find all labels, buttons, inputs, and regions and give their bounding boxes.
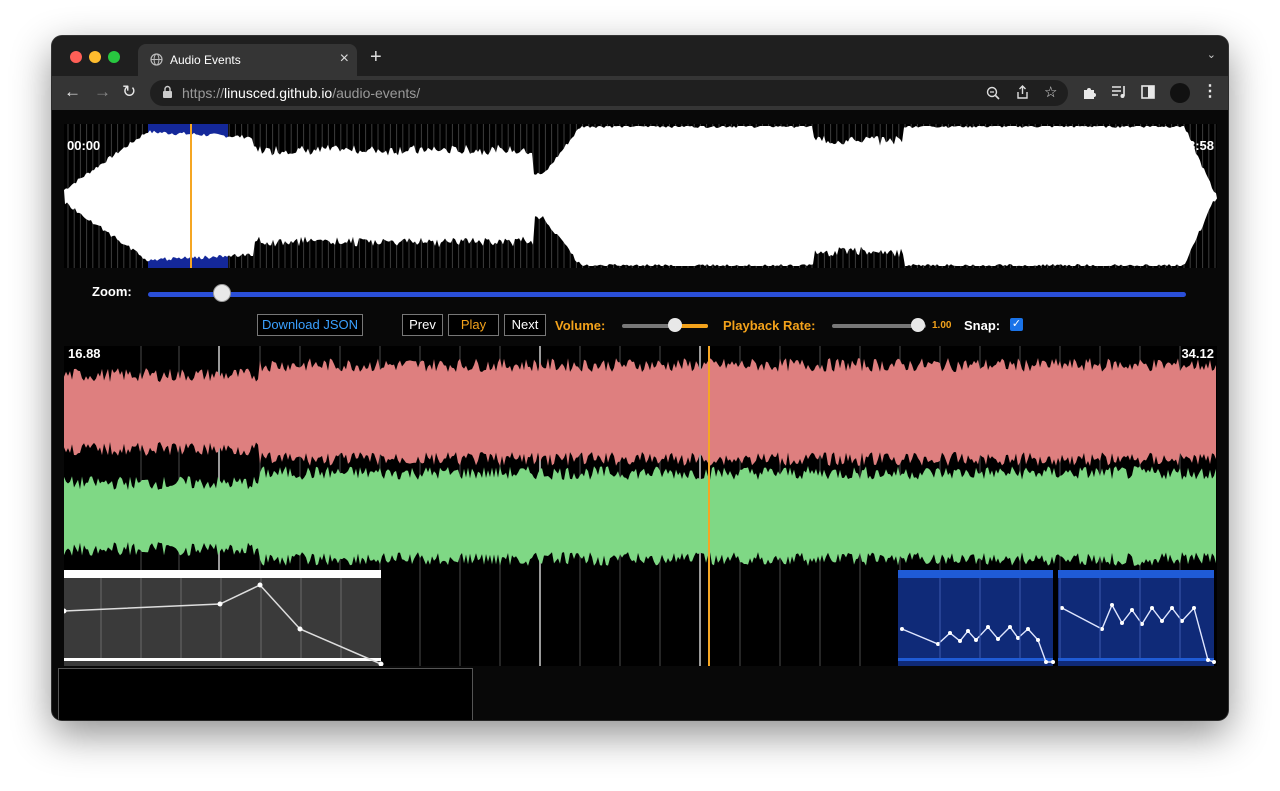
blue-event-2-point bbox=[1170, 606, 1174, 610]
play-button[interactable]: Play bbox=[448, 314, 499, 336]
playback-rate-value: 1.00 bbox=[932, 320, 952, 331]
snap-label: Snap: bbox=[964, 318, 1001, 333]
prev-button[interactable]: Prev bbox=[402, 314, 443, 336]
media-controls-icon[interactable] bbox=[1111, 85, 1127, 99]
bookmark-star-icon[interactable]: ☆ bbox=[1044, 83, 1057, 101]
blue-event-2-point bbox=[1060, 606, 1064, 610]
snap-checkbox[interactable]: ✓ bbox=[1010, 318, 1023, 331]
blue-event-1-point bbox=[1036, 638, 1040, 642]
blue-event-2-point bbox=[1110, 603, 1114, 607]
blue-event-1-point bbox=[900, 627, 904, 631]
blue-event-2-point bbox=[1130, 608, 1134, 612]
white-event-header bbox=[64, 570, 381, 578]
url-host: linusced.github.io bbox=[224, 85, 333, 101]
url-text: https://linusced.github.io/audio-events/ bbox=[182, 85, 420, 101]
blue-event-1-point bbox=[986, 625, 990, 629]
lock-icon bbox=[163, 85, 172, 98]
blue-event-1-point bbox=[948, 631, 952, 635]
extensions-icon[interactable] bbox=[1082, 85, 1097, 100]
blue-event-1-block bbox=[898, 570, 1053, 666]
blue-event-2-header bbox=[1058, 570, 1214, 578]
more-menu-icon[interactable]: ⋮ bbox=[1202, 81, 1218, 101]
overview-waveform-shape bbox=[64, 126, 1217, 266]
globe-icon bbox=[150, 53, 163, 66]
blue-event-1-header bbox=[898, 570, 1053, 578]
blue-event-2-point bbox=[1192, 606, 1196, 610]
url-scheme: https:// bbox=[182, 85, 225, 101]
overview-waveform-canvas[interactable] bbox=[64, 124, 1217, 268]
overview-end-time: 03:58 bbox=[1180, 138, 1214, 153]
title-bar: Audio Events × + ⌄ bbox=[52, 36, 1228, 76]
volume-label: Volume: bbox=[555, 318, 606, 333]
reload-icon[interactable]: ↻ bbox=[122, 82, 136, 102]
url-path: /audio-events/ bbox=[332, 85, 421, 101]
blue-event-2-point bbox=[1212, 660, 1216, 664]
blue-event-1-point bbox=[1051, 660, 1055, 664]
zoom-label: Zoom: bbox=[92, 284, 132, 299]
zoom-icon[interactable] bbox=[986, 86, 1000, 100]
detail-channel-bottom bbox=[64, 466, 1216, 566]
detail-waveform[interactable]: 16.88 34.12 bbox=[64, 346, 1217, 666]
browser-toolbar: ← → ↻ https://linusced.github.io/audio-e… bbox=[52, 76, 1228, 110]
event-details-panel bbox=[58, 668, 473, 720]
white-event-point bbox=[297, 626, 303, 632]
blue-event-2-point bbox=[1140, 622, 1144, 626]
detail-end-time: 34.12 bbox=[1181, 346, 1214, 361]
app-page: 00:00 03:58 Zoom: Download JSON Prev Pla… bbox=[52, 110, 1228, 720]
profile-avatar[interactable] bbox=[1170, 83, 1190, 103]
zoom-slider-thumb[interactable] bbox=[213, 284, 231, 302]
blue-event-1-point bbox=[958, 639, 962, 643]
volume-slider-thumb[interactable] bbox=[668, 318, 682, 332]
blue-event-1-point bbox=[1026, 627, 1030, 631]
white-event-point bbox=[257, 582, 263, 588]
tab-search-icon[interactable]: ⌄ bbox=[1207, 48, 1216, 61]
close-window-button[interactable] bbox=[70, 51, 82, 63]
blue-event-2-footer bbox=[1058, 658, 1214, 661]
blue-event-1-point bbox=[966, 629, 970, 633]
playback-rate-label: Playback Rate: bbox=[723, 318, 816, 333]
detail-waveform-canvas[interactable] bbox=[64, 346, 1217, 666]
blue-event-1-point bbox=[1016, 636, 1020, 640]
overview-waveform[interactable]: 00:00 03:58 bbox=[64, 124, 1217, 268]
detail-start-time: 16.88 bbox=[68, 346, 101, 361]
overview-start-time: 00:00 bbox=[67, 138, 101, 153]
new-tab-button[interactable]: + bbox=[370, 46, 382, 69]
blue-event-2-point bbox=[1100, 627, 1104, 631]
blue-event-2-point bbox=[1160, 619, 1164, 623]
white-event-footer bbox=[64, 658, 381, 661]
maximize-window-button[interactable] bbox=[108, 51, 120, 63]
blue-event-1-point bbox=[996, 637, 1000, 641]
blue-event-2-point bbox=[1150, 606, 1154, 610]
address-bar[interactable]: https://linusced.github.io/audio-events/… bbox=[150, 80, 1068, 106]
share-icon[interactable] bbox=[1016, 85, 1029, 100]
blue-event-1-point bbox=[1008, 625, 1012, 629]
detail-channel-top bbox=[64, 358, 1216, 466]
browser-window: Audio Events × + ⌄ ← → ↻ https://linusce… bbox=[52, 36, 1228, 720]
minimize-window-button[interactable] bbox=[89, 51, 101, 63]
playback-rate-slider-thumb[interactable] bbox=[911, 318, 925, 332]
white-event-point bbox=[217, 601, 223, 607]
blue-event-1-point bbox=[936, 642, 940, 646]
tab-title: Audio Events bbox=[170, 53, 241, 67]
white-event-block bbox=[64, 570, 381, 666]
side-panel-icon[interactable] bbox=[1141, 85, 1155, 99]
blue-event-1-point bbox=[974, 638, 978, 642]
back-arrow-icon[interactable]: ← bbox=[64, 82, 81, 102]
forward-arrow-icon[interactable]: → bbox=[94, 82, 111, 102]
tab-close-icon[interactable]: × bbox=[340, 50, 349, 68]
download-json-button[interactable]: Download JSON bbox=[257, 314, 363, 336]
blue-event-2-point bbox=[1206, 658, 1210, 662]
blue-event-1-footer bbox=[898, 658, 1053, 661]
blue-event-1-point bbox=[1044, 660, 1048, 664]
zoom-slider[interactable] bbox=[148, 292, 1186, 297]
next-button[interactable]: Next bbox=[504, 314, 546, 336]
browser-tab[interactable]: Audio Events × bbox=[138, 44, 357, 76]
blue-event-2-point bbox=[1120, 621, 1124, 625]
blue-event-2-point bbox=[1180, 619, 1184, 623]
